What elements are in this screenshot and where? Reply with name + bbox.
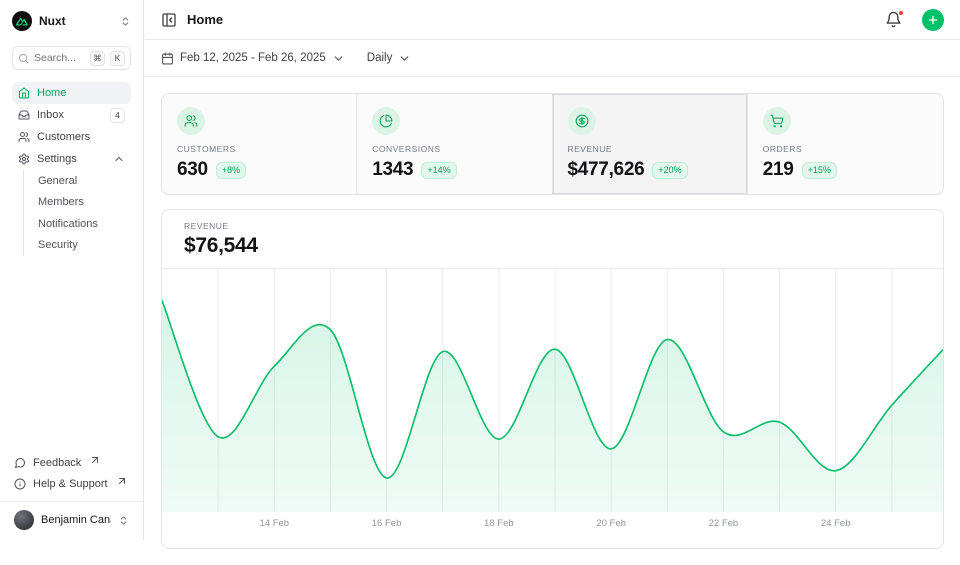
x-axis-label: 14 Feb — [259, 518, 289, 529]
help-support-link[interactable]: Help & Support — [12, 473, 131, 494]
stat-label: CUSTOMERS — [177, 144, 341, 154]
x-axis-label: 16 Feb — [372, 518, 402, 529]
revenue-area-chart[interactable] — [162, 269, 943, 512]
inbox-icon — [18, 109, 30, 121]
search-placeholder: Search... — [34, 52, 85, 64]
calendar-icon — [161, 52, 174, 65]
sidebar-item-members[interactable]: Members — [38, 192, 131, 214]
add-button[interactable] — [922, 9, 944, 31]
stat-card-customers[interactable]: CUSTOMERS 630 +8% — [162, 94, 357, 194]
kbd-meta: ⌘ — [90, 51, 105, 66]
stat-value: 219 — [763, 159, 794, 181]
feedback-link[interactable]: Feedback — [12, 452, 131, 473]
stat-label: CONVERSIONS — [372, 144, 536, 154]
workspace-selector[interactable]: Nuxt — [12, 10, 131, 32]
nuxt-logo-icon — [12, 11, 32, 31]
delta-badge: +20% — [652, 162, 687, 179]
chat-bubble-icon — [14, 457, 26, 469]
kbd-k: K — [110, 51, 125, 66]
notifications-button[interactable] — [885, 11, 902, 28]
chevrons-up-down-icon — [120, 16, 131, 27]
external-link-icon — [89, 454, 101, 466]
x-axis-label: 18 Feb — [484, 518, 514, 529]
sidebar-item-general[interactable]: General — [38, 170, 131, 192]
user-menu[interactable]: Benjamin Canac — [12, 502, 131, 532]
x-axis-label: 24 Feb — [821, 518, 851, 529]
chevrons-up-down-icon — [118, 515, 129, 526]
stat-value: 1343 — [372, 159, 413, 181]
chevron-down-icon — [398, 52, 411, 65]
stat-label: REVENUE — [568, 144, 732, 154]
search-input[interactable]: Search... ⌘ K — [12, 46, 131, 70]
workspace-name: Nuxt — [39, 14, 113, 28]
x-axis-label: 20 Feb — [596, 518, 626, 529]
users-icon — [184, 114, 198, 128]
chevron-down-icon — [332, 52, 345, 65]
inbox-count-badge: 4 — [110, 108, 125, 123]
page-title: Home — [187, 12, 875, 27]
chart-area-fill — [162, 301, 944, 512]
stat-value: $477,626 — [568, 159, 645, 181]
chart-header: REVENUE $76,544 — [162, 210, 943, 269]
sidebar-item-notifications[interactable]: Notifications — [38, 213, 131, 235]
sidebar-item-home[interactable]: Home — [12, 82, 131, 104]
users-icon — [18, 131, 30, 143]
external-link-icon — [116, 475, 128, 487]
date-range-value: Feb 12, 2025 - Feb 26, 2025 — [180, 52, 326, 64]
delta-badge: +8% — [216, 162, 246, 179]
date-range-picker[interactable]: Feb 12, 2025 - Feb 26, 2025 — [161, 52, 345, 65]
period-value: Daily — [367, 52, 393, 64]
collapse-sidebar-icon[interactable] — [161, 12, 177, 28]
stat-card-conversions[interactable]: CONVERSIONS 1343 +14% — [357, 94, 552, 194]
chart-svg — [162, 269, 944, 512]
topbar: Home — [145, 0, 960, 40]
notification-dot — [898, 10, 904, 16]
sidebar: Nuxt Search... ⌘ K Home Inbox 4 — [0, 0, 144, 540]
search-icon — [18, 53, 29, 64]
sidebar-item-customers[interactable]: Customers — [12, 126, 131, 148]
filters-toolbar: Feb 12, 2025 - Feb 26, 2025 Daily — [145, 40, 960, 77]
stat-card-orders[interactable]: ORDERS 219 +15% — [748, 94, 943, 194]
avatar — [14, 510, 34, 530]
chart-current-value: $76,544 — [184, 234, 921, 258]
nav-label: Customers — [37, 131, 125, 143]
chevron-up-icon — [113, 153, 125, 165]
feedback-label: Feedback — [33, 457, 81, 469]
page-content: CUSTOMERS 630 +8% CONVERSIONS 1343 +14% — [145, 77, 960, 565]
nav-label: Settings — [37, 153, 106, 165]
stat-value: 630 — [177, 159, 208, 181]
nav-label: Home — [37, 87, 125, 99]
stat-card-revenue[interactable]: REVENUE $477,626 +20% — [553, 94, 748, 194]
plus-icon — [927, 14, 939, 26]
stat-label: ORDERS — [763, 144, 928, 154]
delta-badge: +14% — [421, 162, 456, 179]
revenue-chart-card: REVENUE $76,544 14 Feb16 Feb18 Feb20 — [161, 209, 944, 549]
main-area: Home Feb 12, 2025 - Feb 26, 2025 Daily — [145, 0, 960, 540]
sidebar-item-inbox[interactable]: Inbox 4 — [12, 104, 131, 126]
dollar-circle-icon — [575, 114, 589, 128]
gear-icon — [18, 153, 30, 165]
settings-sub-list: General Members Notifications Security — [23, 170, 131, 256]
cart-icon — [770, 114, 784, 128]
home-icon — [18, 87, 30, 99]
period-select[interactable]: Daily — [367, 52, 412, 65]
sidebar-item-settings[interactable]: Settings — [12, 148, 131, 170]
info-icon — [14, 478, 26, 490]
chart-x-axis: 14 Feb 16 Feb 18 Feb 20 Feb 22 Feb 24 Feb — [162, 512, 943, 538]
user-name: Benjamin Canac — [41, 514, 111, 526]
help-support-label: Help & Support — [33, 478, 108, 490]
sidebar-spacer — [12, 256, 131, 452]
delta-badge: +15% — [802, 162, 837, 179]
nav-label: Inbox — [37, 109, 103, 121]
chart-pie-icon — [379, 114, 393, 128]
stats-row: CUSTOMERS 630 +8% CONVERSIONS 1343 +14% — [161, 93, 944, 195]
chart-title: REVENUE — [184, 221, 921, 231]
x-axis-label: 22 Feb — [709, 518, 739, 529]
sidebar-item-security[interactable]: Security — [38, 235, 131, 257]
sidebar-nav: Home Inbox 4 Customers Settings Genera — [12, 82, 131, 256]
